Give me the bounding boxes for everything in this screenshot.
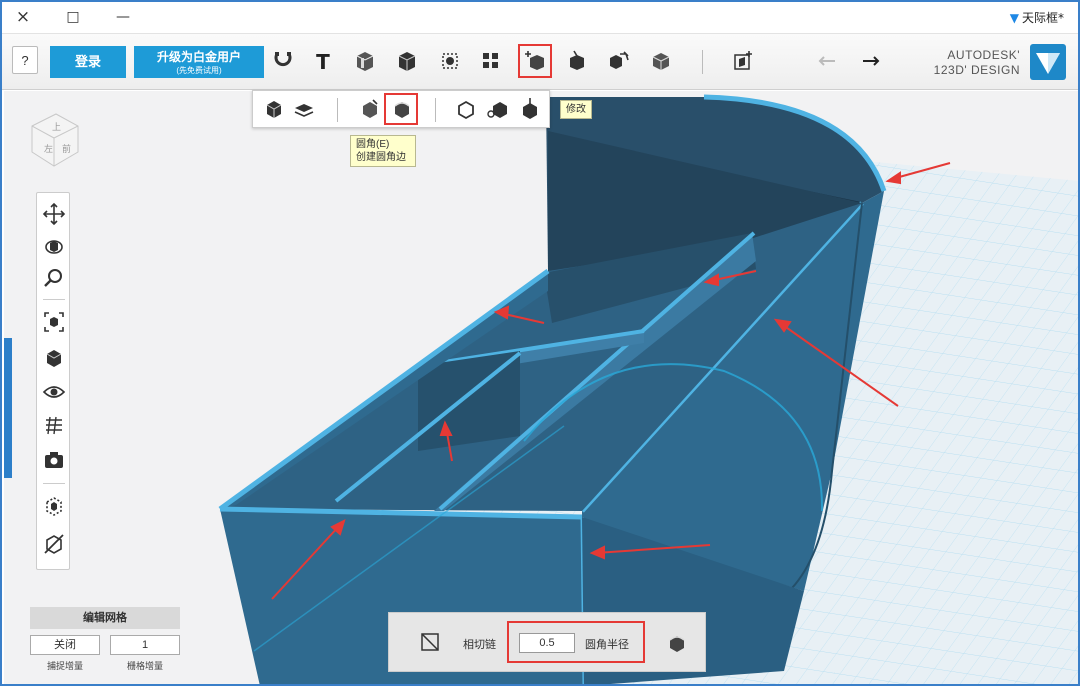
upgrade-sublabel: (先免费试用) xyxy=(176,66,222,75)
logo-icon xyxy=(1036,53,1060,74)
submenu-divider-2 xyxy=(435,98,436,122)
svg-text:T: T xyxy=(316,50,330,74)
svg-text:前: 前 xyxy=(62,143,71,155)
grid-settings-panel: 编辑网格 关闭 1 捕捉增量 栅格增量 xyxy=(30,607,180,679)
text-tool-icon[interactable]: T xyxy=(310,48,336,74)
modify-tooltip: 修改 xyxy=(560,100,592,119)
undo-icon[interactable] xyxy=(858,48,884,74)
view-icon[interactable] xyxy=(41,345,67,371)
main-toolbar: ? 登录 升级为白金用户 (先免费试用) T AUTODESK' 123D' D… xyxy=(2,34,1078,90)
material-view-icon[interactable] xyxy=(41,493,67,519)
window-title-text: 天际框* xyxy=(1021,11,1064,25)
fillet-highlight xyxy=(384,93,418,125)
submenu-divider xyxy=(337,98,338,122)
magnet-icon[interactable] xyxy=(270,48,296,74)
upgrade-button[interactable]: 升级为白金用户 (先免费试用) xyxy=(134,46,264,78)
login-button[interactable]: 登录 xyxy=(50,46,126,78)
camera-icon[interactable] xyxy=(41,447,67,473)
construct-tool-icon[interactable] xyxy=(352,48,378,74)
app-logo xyxy=(1030,44,1066,80)
import-tool-icon[interactable] xyxy=(730,48,756,74)
combine-tool-icon[interactable] xyxy=(606,48,632,74)
scene-canvas xyxy=(218,94,1078,684)
svg-text:上: 上 xyxy=(52,122,61,133)
snap-increment-field[interactable]: 关闭 xyxy=(30,635,100,655)
grid-panel-title: 编辑网格 xyxy=(30,607,180,629)
fillet-panel: 相切链 0.5 圆角半径 xyxy=(388,612,706,672)
3d-viewport[interactable] xyxy=(4,91,1078,684)
tangent-chain-label: 相切链 xyxy=(463,639,496,651)
orbit-icon[interactable] xyxy=(41,233,67,259)
brand-text: AUTODESK' 123D' DESIGN xyxy=(934,48,1020,78)
redo-icon[interactable] xyxy=(814,48,840,74)
grid-increment-field[interactable]: 1 xyxy=(110,635,180,655)
upgrade-label: 升级为白金用户 xyxy=(156,50,241,64)
title-bar: × □ — ▼ 天际框* xyxy=(2,2,1078,34)
nav-divider xyxy=(43,299,65,300)
close-icon[interactable]: × xyxy=(10,6,36,28)
pattern-tool-icon[interactable] xyxy=(478,48,504,74)
radius-highlight xyxy=(507,621,645,663)
fit-icon[interactable] xyxy=(41,309,67,335)
visibility-icon[interactable] xyxy=(41,379,67,405)
primitives-tool-icon[interactable] xyxy=(394,48,420,74)
svg-text:左: 左 xyxy=(44,143,53,155)
nav-divider-2 xyxy=(43,483,65,484)
grouping-tool-icon[interactable] xyxy=(564,48,590,74)
app-window: × □ — ▼ 天际框* ? 登录 升级为白金用户 (先免费试用) T AUTO… xyxy=(0,0,1080,686)
material-tool-icon[interactable] xyxy=(648,48,674,74)
sketch-tool-icon[interactable] xyxy=(438,48,464,74)
brand-line1: AUTODESK' xyxy=(947,48,1020,62)
toolbar-divider xyxy=(702,50,703,74)
view-cube[interactable]: 左 前 上 xyxy=(26,104,82,174)
app-logo-icon: ▼ xyxy=(1009,11,1019,25)
fillet-apply-icon[interactable] xyxy=(665,631,689,655)
window-title: ▼ 天际框* xyxy=(1010,9,1064,26)
fillet-tooltip-title: 圆角(E) xyxy=(356,139,390,150)
grid-snap-icon[interactable] xyxy=(41,413,67,439)
minimize-icon[interactable]: — xyxy=(110,6,136,28)
chamfer-icon[interactable] xyxy=(357,96,383,122)
grid-increment-label: 栅格增量 xyxy=(126,661,163,671)
chain-select-icon[interactable] xyxy=(419,631,441,653)
modify-tool-highlight xyxy=(518,44,552,78)
pan-icon[interactable] xyxy=(41,201,67,227)
view-cube-icon: 左 前 上 xyxy=(31,113,79,167)
zoom-icon[interactable] xyxy=(41,265,67,291)
snap-increment-label: 捕捉增量 xyxy=(46,661,83,671)
tweak-icon[interactable] xyxy=(291,96,317,122)
press-pull-icon[interactable] xyxy=(261,96,287,122)
brand-line2: 123D' DESIGN xyxy=(933,63,1020,77)
split-face-icon[interactable] xyxy=(485,96,511,122)
help-button[interactable]: ? xyxy=(12,46,38,74)
shell-icon[interactable] xyxy=(453,96,479,122)
fillet-tooltip: 圆角(E) 创建圆角边 xyxy=(350,135,416,167)
fillet-tooltip-desc: 创建圆角边 xyxy=(356,152,406,163)
side-panel-handle[interactable] xyxy=(4,338,12,478)
hide-icon[interactable] xyxy=(41,531,67,557)
maximize-icon[interactable]: □ xyxy=(60,6,86,28)
split-solid-icon[interactable] xyxy=(517,96,543,122)
modify-submenu xyxy=(252,90,550,128)
navigation-bar xyxy=(36,192,70,570)
